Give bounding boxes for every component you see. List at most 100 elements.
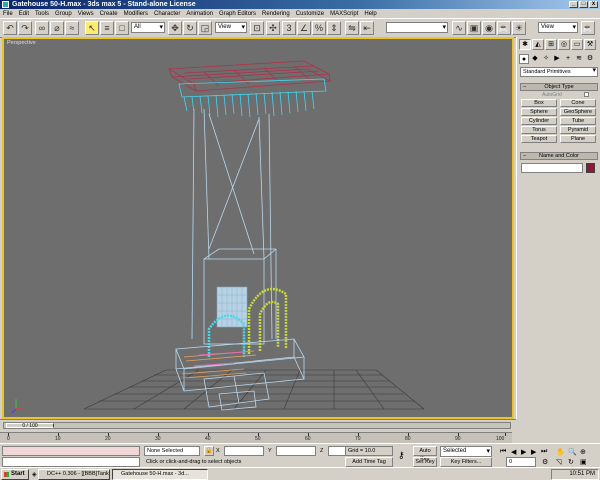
maxscript-output-mini[interactable] [2, 457, 140, 467]
menu-tools[interactable]: Tools [35, 11, 49, 17]
next-frame-icon[interactable]: ▶ [531, 448, 536, 456]
auto-key-button[interactable]: Auto Key [413, 446, 437, 462]
spinner-snap-icon[interactable]: ⇕ [327, 21, 341, 35]
key-icon[interactable]: ⚷ [398, 450, 405, 461]
menu-animation[interactable]: Animation [186, 11, 213, 17]
select-move-icon[interactable]: ✥ [168, 21, 182, 35]
maximize-viewport-icon[interactable]: ▣ [580, 458, 587, 466]
play-icon[interactable]: ▶ [521, 448, 526, 456]
object-name-field[interactable] [521, 163, 583, 173]
select-rotate-icon[interactable]: ↻ [183, 21, 197, 35]
link-icon[interactable]: ∞ [35, 21, 49, 35]
zoom-icon[interactable]: 🔍 [568, 448, 577, 456]
utilities-tab-icon[interactable]: ⚒ [584, 39, 596, 50]
object-type-rollout[interactable]: Object Type [520, 83, 598, 91]
go-to-end-icon[interactable]: ⏭ [541, 448, 547, 456]
percent-snap-icon[interactable]: % [312, 21, 326, 35]
set-key-button[interactable]: Set Key [413, 457, 437, 467]
menu-customize[interactable]: Customize [296, 11, 324, 17]
close-button[interactable]: x [589, 1, 598, 8]
menu-views[interactable]: Views [78, 11, 94, 17]
unlink-icon[interactable]: ⌀ [50, 21, 64, 35]
modify-tab-icon[interactable]: ◭ [532, 39, 544, 50]
viewport-label[interactable]: Perspective [7, 40, 36, 46]
mirror-icon[interactable]: ⇋ [345, 21, 359, 35]
tube-button[interactable]: Tube [560, 117, 596, 125]
menu-graph-editors[interactable]: Graph Editors [219, 11, 256, 17]
space-warps-icon[interactable]: ≋ [574, 54, 584, 64]
plane-button[interactable]: Plane [560, 135, 596, 143]
lights-icon[interactable]: ✧ [541, 54, 551, 64]
menu-create[interactable]: Create [100, 11, 118, 17]
pan-icon[interactable]: ✋ [556, 448, 565, 456]
menu-character[interactable]: Character [154, 11, 180, 17]
named-selection-sets-dropdown[interactable] [386, 22, 448, 33]
menu-maxscript[interactable]: MAXScript [330, 11, 358, 17]
render-last-icon[interactable]: ☕ [581, 21, 595, 35]
redo-icon[interactable]: ↷ [18, 21, 32, 35]
angle-snap-icon[interactable]: ∠ [297, 21, 311, 35]
menu-file[interactable]: File [3, 11, 13, 17]
key-filter-selection-dropdown[interactable]: Selected [440, 446, 492, 457]
start-button[interactable]: Start [1, 469, 29, 480]
select-by-name-icon[interactable]: ≡ [100, 21, 114, 35]
menu-help[interactable]: Help [364, 11, 376, 17]
track-bar[interactable]: 0 10 20 30 40 50 60 70 80 90 100 [0, 432, 512, 443]
quick-launch-icon[interactable]: ◈ [32, 471, 37, 478]
box-button[interactable]: Box [521, 99, 557, 107]
previous-frame-icon[interactable]: ◀ [511, 448, 516, 456]
geosphere-button[interactable]: GeoSphere [560, 108, 596, 116]
perspective-viewport[interactable]: Perspective [2, 37, 514, 419]
autogrid-checkbox[interactable] [584, 92, 589, 97]
torus-button[interactable]: Torus [521, 126, 557, 134]
quick-render-icon[interactable]: ☀ [512, 21, 526, 35]
menu-rendering[interactable]: Rendering [262, 11, 290, 17]
minimize-button[interactable]: _ [569, 1, 578, 8]
primitive-category-dropdown[interactable]: Standard Primitives [520, 67, 598, 77]
taskbar-item-3dsmax[interactable]: Gatehouse 50-H.max - 3d... [112, 469, 208, 480]
lock-selection-icon[interactable]: 🔒 [204, 446, 214, 456]
bind-space-warp-icon[interactable]: ≈ [65, 21, 79, 35]
manipulate-icon[interactable]: ✣ [266, 21, 280, 35]
x-coordinate-field[interactable] [224, 446, 264, 456]
key-filters-button[interactable]: Key Filters... [440, 457, 492, 467]
pyramid-button[interactable]: Pyramid [560, 126, 596, 134]
selection-filter-dropdown[interactable]: All [131, 22, 165, 33]
curve-editor-icon[interactable]: ∿ [452, 21, 466, 35]
render-scene-icon[interactable]: ☕ [497, 21, 511, 35]
motion-tab-icon[interactable]: ◎ [558, 39, 570, 50]
time-config-icon[interactable]: ⚙ [542, 458, 548, 466]
name-and-color-rollout[interactable]: Name and Color [520, 152, 598, 160]
add-time-tag-button[interactable]: Add Time Tag [345, 457, 393, 467]
current-frame-field[interactable]: 0 [506, 457, 536, 467]
select-object-icon[interactable]: ↖ [85, 21, 99, 35]
hierarchy-tab-icon[interactable]: ⊞ [545, 39, 557, 50]
go-to-start-icon[interactable]: ⏮ [500, 448, 506, 456]
cone-button[interactable]: Cone [560, 99, 596, 107]
maximize-button[interactable]: □ [579, 1, 588, 8]
create-tab-icon[interactable]: ✱ [519, 39, 531, 50]
helpers-icon[interactable]: + [563, 54, 573, 64]
display-tab-icon[interactable]: ▭ [571, 39, 583, 50]
y-coordinate-field[interactable] [276, 446, 316, 456]
cameras-icon[interactable]: ▶ [552, 54, 562, 64]
snap-toggle-icon[interactable]: 3 [282, 21, 296, 35]
cylinder-button[interactable]: Cylinder [521, 117, 557, 125]
teapot-button[interactable]: Teapot [521, 135, 557, 143]
maxscript-listener-mini[interactable] [2, 446, 140, 456]
menu-edit[interactable]: Edit [19, 11, 29, 17]
select-scale-icon[interactable]: ◲ [198, 21, 212, 35]
material-editor-icon[interactable]: ◉ [482, 21, 496, 35]
menu-modifiers[interactable]: Modifiers [124, 11, 148, 17]
systems-icon[interactable]: ⚙ [585, 54, 595, 64]
schematic-view-icon[interactable]: ▣ [467, 21, 481, 35]
arc-rotate-icon[interactable]: ↻ [568, 458, 574, 466]
align-icon[interactable]: ⇤ [360, 21, 374, 35]
render-type-dropdown[interactable]: View [538, 22, 578, 33]
taskbar-item-dcpp[interactable]: DC++ 0.306 - [[BBB]Tank... [38, 469, 110, 480]
undo-icon[interactable]: ↶ [3, 21, 17, 35]
field-of-view-icon[interactable]: ◹ [556, 458, 561, 466]
menu-group[interactable]: Group [55, 11, 72, 17]
sphere-button[interactable]: Sphere [521, 108, 557, 116]
time-slider-thumb[interactable]: 0 / 100 [6, 423, 54, 429]
